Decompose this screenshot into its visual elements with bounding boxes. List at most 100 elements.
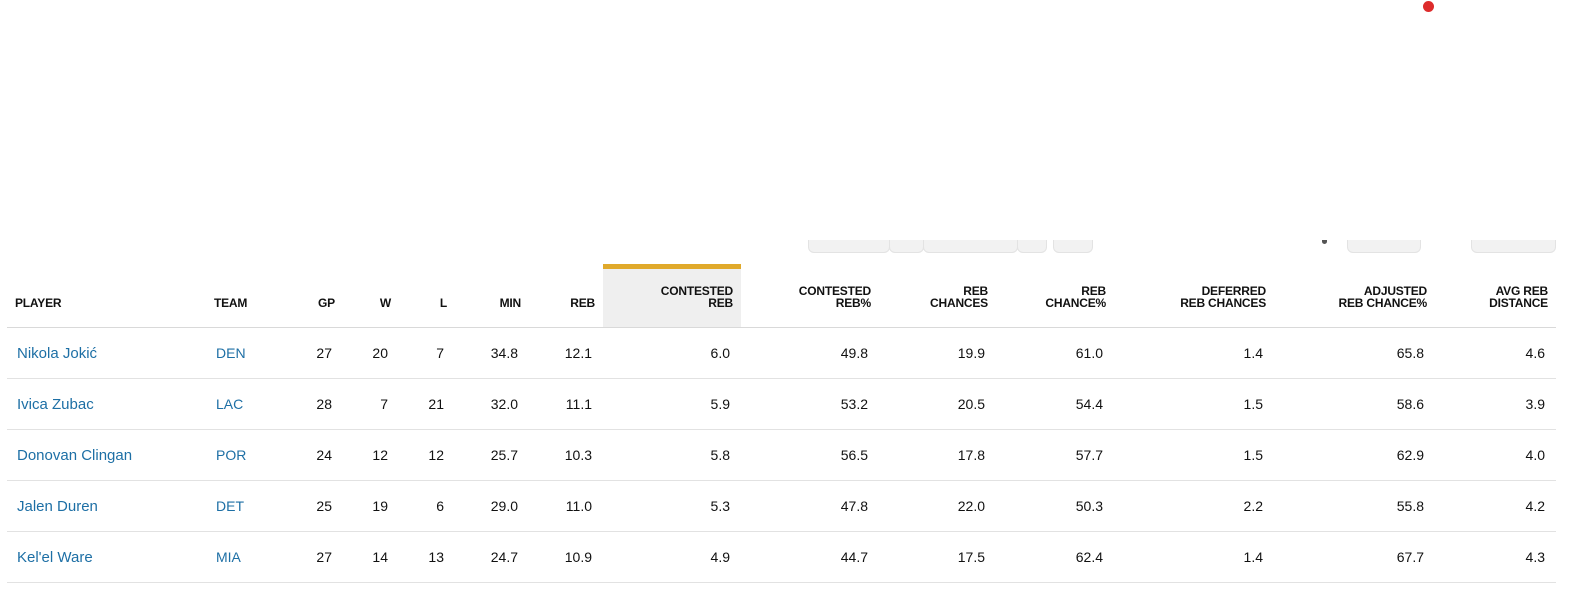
stat-cell-deferred-reb-chances: 1.4: [1114, 531, 1274, 583]
column-header-reb[interactable]: REB: [529, 266, 603, 328]
team-link[interactable]: DEN: [216, 345, 246, 361]
column-header-adjusted-reb-chance-pct[interactable]: ADJUSTED REB CHANCE%: [1274, 266, 1435, 328]
player-cell: Donovan Clingan: [7, 429, 206, 481]
column-header-label: MIN: [499, 296, 522, 310]
stat-cell-gp: 28: [266, 378, 343, 430]
column-header-avg-reb-distance[interactable]: AVG REB DISTANCE: [1435, 266, 1556, 328]
stat-cell-deferred-reb-chances: 1.5: [1114, 378, 1274, 430]
stat-cell-min: 25.7: [455, 429, 529, 481]
column-header-contested-reb-pct[interactable]: CONTESTED REB%: [741, 266, 879, 328]
table-row: Ivica Zubac LAC 28 7 21 32.0 11.1 5.9 53.2 20.5 54…: [7, 378, 1556, 430]
team-cell: LAC: [206, 378, 266, 430]
column-header-label: REB CHANCES: [1180, 296, 1266, 310]
stat-cell-l: 21: [399, 378, 455, 430]
stat-cell-min: 24.7: [455, 531, 529, 583]
column-header-label: GP: [318, 296, 335, 310]
column-header-label: REB%: [835, 296, 871, 310]
column-header-w[interactable]: W: [343, 266, 399, 328]
stat-cell-avg-reb-distance: 4.6: [1435, 327, 1556, 379]
stats-page: PLAYER TEAM GP W L MIN REB CONTESTED REB CONTESTE…: [0, 0, 1570, 591]
stat-cell-w: 14: [343, 531, 399, 583]
column-header-label: CHANCE%: [1045, 296, 1106, 310]
filter-control-clipped[interactable]: [1347, 240, 1421, 253]
stat-cell-reb: 11.0: [529, 480, 603, 532]
player-link[interactable]: Jalen Duren: [17, 498, 98, 515]
stat-cell-l: 7: [399, 327, 455, 379]
stat-cell-min: 29.0: [455, 480, 529, 532]
stat-cell-contested-reb-pct: 53.2: [741, 378, 879, 430]
stat-cell-gp: 25: [266, 480, 343, 532]
column-header-team[interactable]: TEAM: [206, 266, 266, 328]
stat-cell-reb: 10.9: [529, 531, 603, 583]
stat-cell-min: 32.0: [455, 378, 529, 430]
stat-cell-reb-chance-pct: 61.0: [996, 327, 1114, 379]
stat-cell-min: 34.8: [455, 327, 529, 379]
stat-cell-deferred-reb-chances: 1.4: [1114, 327, 1274, 379]
stat-cell-l: 13: [399, 531, 455, 583]
player-link[interactable]: Donovan Clingan: [17, 447, 132, 464]
table-row: Jalen Duren DET 25 19 6 29.0 11.0 5.3 47.8 22.0 50…: [7, 480, 1556, 532]
team-cell: MIA: [206, 531, 266, 583]
stat-cell-reb: 12.1: [529, 327, 603, 379]
clipped-glyph-icon: [1322, 240, 1327, 244]
stat-cell-reb-chance-pct: 50.3: [996, 480, 1114, 532]
stat-cell-adjusted-reb-chance-pct: 55.8: [1274, 480, 1435, 532]
team-link[interactable]: MIA: [216, 549, 241, 565]
stat-cell-gp: 24: [266, 429, 343, 481]
stat-cell-deferred-reb-chances: 1.5: [1114, 429, 1274, 481]
column-header-contested-reb[interactable]: CONTESTED REB: [603, 264, 741, 328]
stat-cell-gp: 27: [266, 327, 343, 379]
team-cell: DET: [206, 480, 266, 532]
player-cell: Nikola Jokić: [7, 327, 206, 379]
stat-cell-reb-chances: 19.9: [879, 327, 996, 379]
stat-cell-avg-reb-distance: 4.3: [1435, 531, 1556, 583]
stat-cell-reb-chances: 22.0: [879, 480, 996, 532]
stat-cell-contested-reb-pct: 56.5: [741, 429, 879, 481]
stat-cell-l: 6: [399, 480, 455, 532]
stat-cell-contested-reb-pct: 47.8: [741, 480, 879, 532]
stat-cell-adjusted-reb-chance-pct: 67.7: [1274, 531, 1435, 583]
player-link[interactable]: Kel'el Ware: [17, 549, 93, 566]
stat-cell-w: 7: [343, 378, 399, 430]
column-header-deferred-reb-chances[interactable]: DEFERRED REB CHANCES: [1114, 266, 1274, 328]
stat-cell-contested-reb-pct: 44.7: [741, 531, 879, 583]
filter-control-clipped[interactable]: [1017, 240, 1047, 253]
player-link[interactable]: Nikola Jokić: [17, 345, 97, 362]
stat-cell-reb: 11.1: [529, 378, 603, 430]
column-header-label: L: [439, 296, 447, 310]
stat-cell-w: 19: [343, 480, 399, 532]
stat-cell-reb-chances: 17.5: [879, 531, 996, 583]
column-header-reb-chance-pct[interactable]: REB CHANCE%: [996, 266, 1114, 328]
column-header-gp[interactable]: GP: [266, 266, 343, 328]
column-header-label: REB: [708, 296, 733, 310]
column-header-l[interactable]: L: [399, 266, 455, 328]
stat-cell-adjusted-reb-chance-pct: 62.9: [1274, 429, 1435, 481]
stat-cell-gp: 27: [266, 531, 343, 583]
player-cell: Kel'el Ware: [7, 531, 206, 583]
stat-cell-reb-chances: 17.8: [879, 429, 996, 481]
team-link[interactable]: POR: [216, 447, 246, 463]
column-header-player[interactable]: PLAYER: [7, 266, 206, 328]
stat-cell-contested-reb: 4.9: [603, 531, 741, 583]
team-cell: POR: [206, 429, 266, 481]
filter-control-clipped[interactable]: [1053, 240, 1093, 253]
column-header-min[interactable]: MIN: [455, 266, 529, 328]
column-header-label: TEAM: [214, 296, 248, 310]
player-cell: Jalen Duren: [7, 480, 206, 532]
filter-control-clipped[interactable]: [1471, 240, 1556, 253]
team-link[interactable]: DET: [216, 498, 244, 514]
filter-control-clipped[interactable]: [808, 240, 890, 253]
team-link[interactable]: LAC: [216, 396, 243, 412]
player-link[interactable]: Ivica Zubac: [17, 396, 94, 413]
filter-control-clipped[interactable]: [923, 240, 1018, 253]
stat-cell-avg-reb-distance: 4.2: [1435, 480, 1556, 532]
rebounding-stats-table: PLAYER TEAM GP W L MIN REB CONTESTED REB CONTESTE…: [7, 264, 1556, 583]
stat-cell-adjusted-reb-chance-pct: 65.8: [1274, 327, 1435, 379]
column-header-reb-chances[interactable]: REB CHANCES: [879, 266, 996, 328]
table-row: Nikola Jokić DEN 27 20 7 34.8 12.1 6.0 49.8 19.9 6…: [7, 327, 1556, 379]
stat-cell-adjusted-reb-chance-pct: 58.6: [1274, 378, 1435, 430]
filter-control-clipped[interactable]: [889, 240, 924, 253]
team-cell: DEN: [206, 327, 266, 379]
stat-cell-reb-chance-pct: 62.4: [996, 531, 1114, 583]
stat-cell-l: 12: [399, 429, 455, 481]
